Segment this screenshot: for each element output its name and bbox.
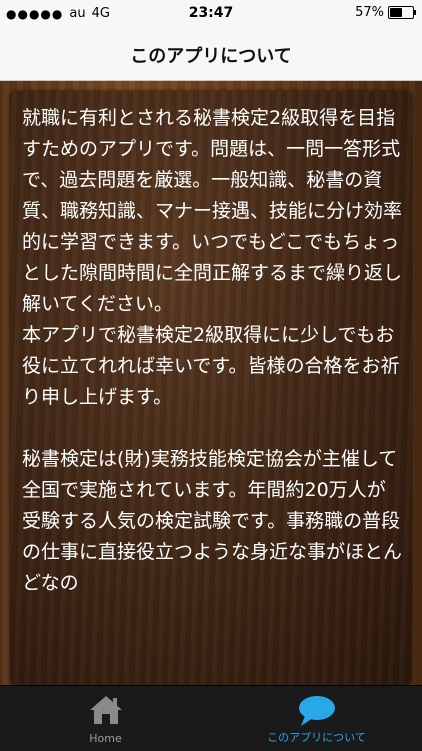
navigation-bar: このアプリについて [0,28,422,81]
tab-home-label: Home [89,732,122,745]
tab-home[interactable]: Home [0,686,211,751]
speech-bubble-icon [298,696,335,726]
house-icon [89,696,122,724]
tab-about[interactable]: このアプリについて [211,686,422,751]
page-title: このアプリについて [130,46,292,67]
content-panel[interactable]: 就職に有利とされる秘書検定2級取得を目指すためのアプリです。問題は、一問一答形式… [10,91,412,685]
tab-about-label: このアプリについて [267,731,366,744]
status-bar: ●●●●● au 4G 23:47 57% [0,0,422,28]
tab-bar: Home このアプリについて [0,685,422,751]
battery-icon [388,6,416,19]
battery-percent: 57% [355,5,384,20]
status-right: 57% [355,5,416,20]
battery-fill [390,8,402,17]
about-text: 就職に有利とされる秘書検定2級取得を目指すためのアプリです。問題は、一問一答形式… [22,107,403,594]
